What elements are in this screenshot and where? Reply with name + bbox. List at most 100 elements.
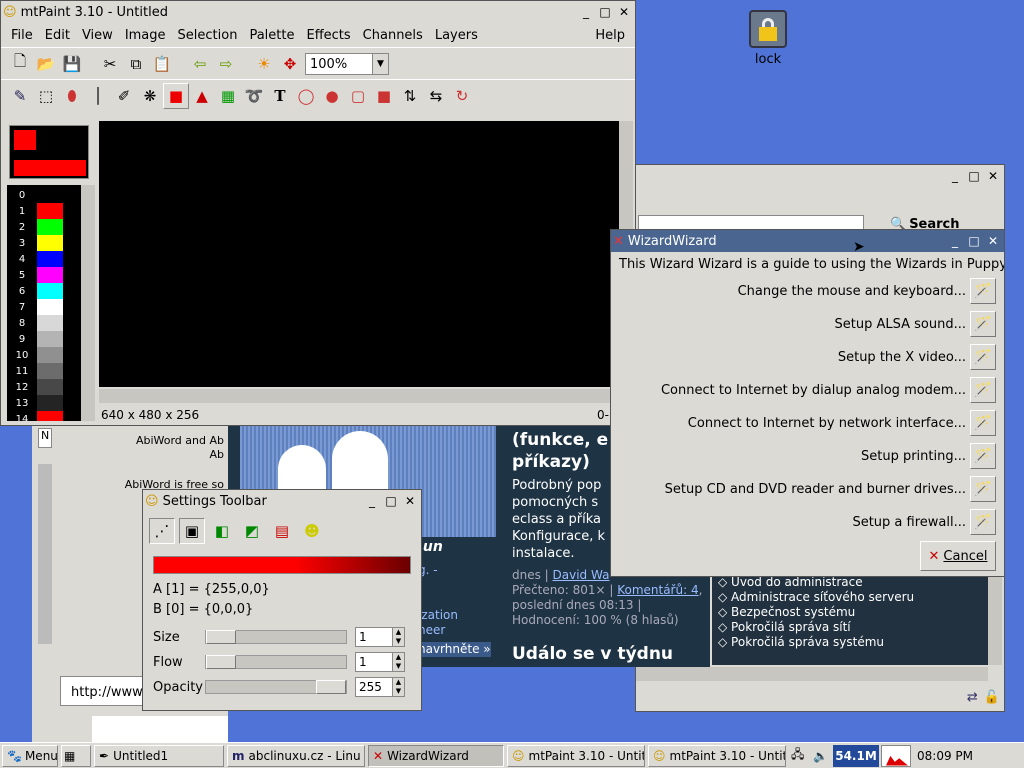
continuous-mode-icon[interactable]: ⋰ <box>149 518 175 544</box>
magic-wand-icon[interactable]: 🪄 <box>970 443 996 469</box>
palette-entry[interactable]: 1 <box>7 203 81 219</box>
flip-h-icon[interactable]: ⇆ <box>423 83 449 109</box>
close-icon[interactable]: ✕ <box>984 232 1002 250</box>
line-icon[interactable]: │ <box>85 83 111 109</box>
size-slider[interactable] <box>205 630 347 644</box>
maximize-icon[interactable]: □ <box>596 3 614 21</box>
comments-link[interactable]: Komentářů: 4 <box>617 583 698 597</box>
tint-add-icon[interactable]: ◩ <box>239 518 265 544</box>
browser-vscrollbar[interactable] <box>988 575 1002 665</box>
link-item[interactable]: ◇ Pokročilá správa sítí <box>718 620 988 635</box>
undo-icon[interactable]: ⇦ <box>187 51 213 77</box>
tint-mode-icon[interactable]: ◧ <box>209 518 235 544</box>
magic-wand-icon[interactable]: 🪄 <box>970 410 996 436</box>
sun-icon[interactable]: ☀ <box>251 51 277 77</box>
open-folder-icon[interactable]: 📂 <box>33 51 59 77</box>
menu-palette[interactable]: Palette <box>243 28 300 43</box>
text-icon[interactable]: T <box>267 83 293 109</box>
brush-icon[interactable]: ✐ <box>111 83 137 109</box>
opacity-mode-icon[interactable]: ▣ <box>179 518 205 544</box>
flow-spinbox[interactable]: 1 ▲ ▼ <box>355 652 405 672</box>
fill-icon[interactable]: ⬮ <box>59 83 85 109</box>
volume-icon[interactable]: 🔈 <box>813 749 833 763</box>
wizard-titlebar[interactable]: ✕ WizardWizard _ □ ✕ <box>611 230 1004 252</box>
palette-entry[interactable]: 12 <box>7 379 81 395</box>
maximize-icon[interactable]: □ <box>965 167 983 185</box>
menu-view[interactable]: View <box>76 28 119 43</box>
author-link[interactable]: David Wa <box>553 568 610 582</box>
minimize-icon[interactable]: _ <box>946 232 964 250</box>
palette-entry[interactable]: 0 <box>7 187 81 203</box>
palette-entry[interactable]: 4 <box>7 251 81 267</box>
polygon-icon[interactable]: ▲ <box>189 83 215 109</box>
opacity-spinbox[interactable]: 255 ▲ ▼ <box>355 677 405 697</box>
link-item[interactable]: ◇ Administrace síťového serveru <box>718 590 988 605</box>
task-browser[interactable]: m abclinuxu.cz - Linu <box>227 744 365 767</box>
palette-entry[interactable]: 9 <box>7 331 81 347</box>
pattern-preview[interactable] <box>153 556 411 574</box>
close-icon[interactable]: ✕ <box>401 492 419 510</box>
opacity-slider[interactable] <box>205 680 347 694</box>
task-wizard[interactable]: ✕ WizardWizard <box>368 744 504 767</box>
size-spinbox[interactable]: 1 ▲ ▼ <box>355 627 405 647</box>
pencil-icon[interactable]: ✎ <box>7 83 33 109</box>
flow-slider[interactable] <box>205 655 347 669</box>
colour-mask-icon[interactable]: ▤ <box>269 518 295 544</box>
maximize-icon[interactable]: □ <box>965 232 983 250</box>
menu-edit[interactable]: Edit <box>39 28 76 43</box>
magic-wand-icon[interactable]: 🪄 <box>970 476 996 502</box>
canvas-hscrollbar[interactable] <box>99 389 619 403</box>
palette-entry[interactable]: 3 <box>7 235 81 251</box>
menu-image[interactable]: Image <box>119 28 172 43</box>
move-icon[interactable]: ✥ <box>277 51 303 77</box>
palette-entry[interactable]: 14 <box>7 411 81 421</box>
link-item[interactable]: ◇ Bezpečnost systému <box>718 605 988 620</box>
menu-file[interactable]: File <box>5 28 39 43</box>
minimize-icon[interactable]: _ <box>577 3 595 21</box>
magic-wand-icon[interactable]: 🪄 <box>970 377 996 403</box>
pattern-icon[interactable]: ☻ <box>299 518 325 544</box>
task-untitled1[interactable]: ✒ Untitled1 <box>94 744 224 767</box>
lasso-icon[interactable]: ➰ <box>241 83 267 109</box>
menu-layers[interactable]: Layers <box>429 28 484 43</box>
palette-entry[interactable]: 13 <box>7 395 81 411</box>
palette-entry[interactable]: 10 <box>7 347 81 363</box>
link-item[interactable]: ◇ Pokročilá správa systému <box>718 635 988 650</box>
color-swatch-panel[interactable] <box>9 125 89 179</box>
chevron-down-icon[interactable]: ▼ <box>372 53 388 74</box>
palette-entry[interactable]: 5 <box>7 267 81 283</box>
mtpaint-titlebar[interactable]: ☺ mtPaint 3.10 - Untitled _ □ ✕ <box>1 1 635 23</box>
close-icon[interactable]: ✕ <box>615 3 633 21</box>
abiword-vscrollbar[interactable] <box>38 464 52 644</box>
gradient-icon[interactable]: ▦ <box>215 83 241 109</box>
palette-entry[interactable]: 8 <box>7 315 81 331</box>
zoom-combo[interactable]: 100% ▼ <box>305 52 389 75</box>
cancel-button[interactable]: ✕ Cancel <box>920 541 996 571</box>
menu-help[interactable]: Help <box>589 28 631 43</box>
clone-icon[interactable]: ❋ <box>137 83 163 109</box>
color-a-swatch[interactable] <box>14 130 36 150</box>
close-icon[interactable]: ✕ <box>984 167 1002 185</box>
rect-outline-icon[interactable]: ▢ <box>345 83 371 109</box>
settings-titlebar[interactable]: ☺ Settings Toolbar _ □ ✕ <box>143 490 421 512</box>
palette-entry[interactable]: 7 <box>7 299 81 315</box>
magic-wand-icon[interactable]: 🪄 <box>970 344 996 370</box>
rect-fill-icon[interactable]: ■ <box>371 83 397 109</box>
lock-desktop-icon[interactable]: lock <box>745 10 791 67</box>
link-item[interactable]: ◇ Úvod do administrace <box>718 575 988 590</box>
redo-icon[interactable]: ⇨ <box>213 51 239 77</box>
palette-scrollbar[interactable] <box>81 185 95 421</box>
menu-effects[interactable]: Effects <box>300 28 356 43</box>
palette-entry[interactable]: 11 <box>7 363 81 379</box>
browser-titlebar[interactable]: _ □ ✕ <box>636 165 1004 187</box>
abiword-tab[interactable]: N <box>38 428 52 448</box>
flip-v-icon[interactable]: ⇅ <box>397 83 423 109</box>
task-mtpaint-1[interactable]: ☺ mtPaint 3.10 - Untit <box>507 744 645 767</box>
maximize-icon[interactable]: □ <box>382 492 400 510</box>
browser-hscrollbar[interactable] <box>636 667 988 681</box>
cut-icon[interactable]: ✂ <box>97 51 123 77</box>
task-mtpaint-2[interactable]: ☺ mtPaint 3.10 - Untit <box>648 744 786 767</box>
new-file-icon[interactable]: 🗋 <box>7 51 33 77</box>
minimize-icon[interactable]: _ <box>363 492 381 510</box>
paste-icon[interactable]: 📋 <box>149 51 175 77</box>
